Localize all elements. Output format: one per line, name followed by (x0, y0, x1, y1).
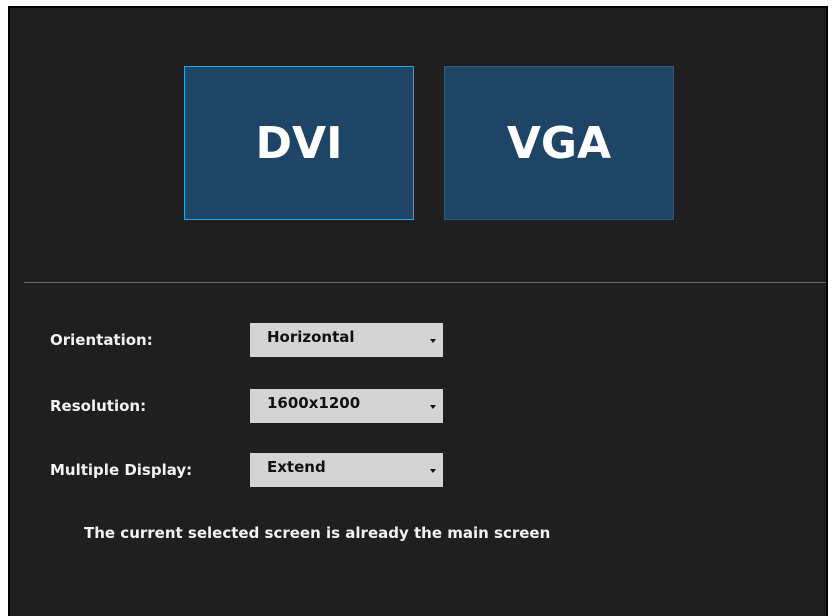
orientation-dropdown[interactable]: Horizontal (250, 323, 443, 357)
resolution-label: Resolution: (50, 397, 147, 415)
orientation-row: Orientation: Horizontal (50, 323, 470, 357)
display-settings-window: DVI VGA Orientation: Horizontal Resoluti… (8, 6, 828, 616)
info-message: The current selected screen is already t… (84, 524, 551, 542)
display-dvi-button[interactable]: DVI (184, 66, 414, 220)
chevron-down-icon (430, 405, 436, 409)
chevron-down-icon (430, 469, 436, 473)
resolution-value: 1600x1200 (267, 394, 361, 412)
multiple-display-label: Multiple Display: (50, 461, 193, 479)
multiple-display-row: Multiple Display: Extend (50, 453, 470, 487)
orientation-value: Horizontal (267, 328, 355, 346)
resolution-dropdown[interactable]: 1600x1200 (250, 389, 443, 423)
display-vga-label: VGA (506, 117, 612, 169)
resolution-row: Resolution: 1600x1200 (50, 389, 470, 423)
display-dvi-label: DVI (255, 117, 343, 169)
display-vga-button[interactable]: VGA (444, 66, 674, 220)
multiple-display-dropdown[interactable]: Extend (250, 453, 443, 487)
multiple-display-value: Extend (267, 458, 326, 476)
orientation-label: Orientation: (50, 331, 153, 349)
section-divider (24, 282, 826, 283)
chevron-down-icon (430, 339, 436, 343)
